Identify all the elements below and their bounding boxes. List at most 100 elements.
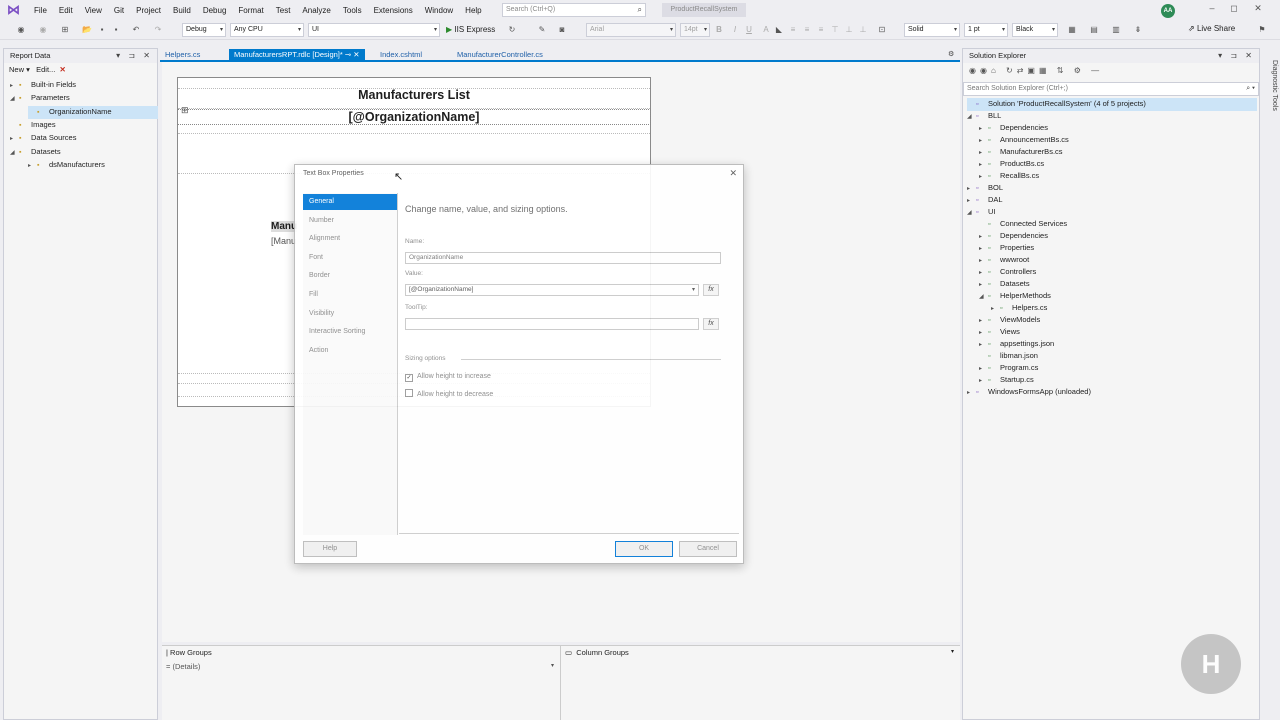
align-middle-icon[interactable]: ⊥	[844, 24, 854, 36]
border-style-select[interactable]: Solid ▾	[904, 23, 960, 37]
font-size-select[interactable]: 14pt ▾	[680, 23, 710, 37]
expand-icon[interactable]: ◢	[10, 93, 19, 105]
tab-settings-icon[interactable]: ⚙	[948, 50, 954, 58]
value-input[interactable]: [@OrganizationName] ▾	[405, 284, 699, 296]
report-data-item[interactable]: ▪ OrganizationName	[28, 105, 158, 119]
chart-icon[interactable]: ▥	[1110, 24, 1122, 36]
maximize-icon[interactable]: ◻	[1226, 3, 1242, 14]
expand-icon[interactable]: ▸	[10, 80, 19, 92]
search-box[interactable]: Search (Ctrl+Q) ⌕	[502, 3, 646, 17]
expand-icon[interactable]: ▸	[10, 133, 19, 145]
tooltip-expression-button[interactable]: fx	[703, 318, 719, 330]
menu-item[interactable]: Tools	[337, 6, 368, 15]
dialog-nav-item[interactable]: Interactive Sorting	[303, 324, 397, 340]
italic-icon[interactable]: I	[730, 24, 740, 36]
menu-item[interactable]: Window	[419, 6, 459, 15]
new-button[interactable]: New ▾	[9, 65, 30, 74]
new-project-icon[interactable]: ⊞	[58, 24, 72, 36]
dialog-nav-item[interactable]: Fill	[303, 287, 397, 303]
diagnostic-tools-tab[interactable]: Diagnostic Tools	[1264, 50, 1278, 120]
back-icon[interactable]: ◉	[14, 24, 28, 36]
report-title[interactable]: Manufacturers List	[178, 88, 650, 102]
report-data-item[interactable]: ▸ ▪ Data Sources	[10, 132, 158, 145]
menu-item[interactable]: Edit	[53, 6, 79, 15]
report-data-item[interactable]: ◢ ▪ Parameters	[10, 92, 158, 105]
tab-helpers[interactable]: Helpers.cs	[160, 49, 205, 61]
edit-button[interactable]: Edit...	[36, 65, 55, 74]
feedback-icon[interactable]: ⚑	[1256, 24, 1268, 36]
camera-icon[interactable]: ◙	[556, 24, 568, 36]
align-right-icon[interactable]: ≡	[816, 24, 826, 36]
report-data-item[interactable]: ▸ ▪ dsManufacturers	[28, 159, 158, 172]
dialog-close-icon[interactable]: ✕	[729, 168, 737, 179]
menu-item[interactable]: Build	[167, 6, 197, 15]
allow-shrink-checkbox[interactable]: Allow height to decrease	[405, 389, 493, 398]
save-icon[interactable]: ▪	[96, 24, 108, 36]
fill-color-icon[interactable]: ◣	[774, 24, 784, 36]
expand-icon[interactable]: ◢	[10, 147, 19, 159]
menu-item[interactable]: Git	[108, 6, 130, 15]
expand-icon[interactable]: ▸	[28, 160, 37, 172]
tab-manufacturer-controller[interactable]: ManufacturerController.cs	[452, 49, 548, 61]
table-icon[interactable]: ▤	[1088, 24, 1100, 36]
redo-icon[interactable]: ↷	[152, 24, 164, 36]
allow-grow-checkbox[interactable]: ✓ Allow height to increase	[405, 373, 491, 382]
browser-link-icon[interactable]: ✎	[536, 24, 548, 36]
menu-item[interactable]: View	[79, 6, 108, 15]
value-expression-button[interactable]: fx	[703, 284, 719, 296]
menu-item[interactable]: Debug	[197, 6, 233, 15]
dialog-nav-item[interactable]: Font	[303, 250, 397, 266]
close-icon[interactable]: ✕	[1250, 3, 1266, 14]
chevron-down-icon[interactable]: ▾	[551, 662, 554, 669]
dialog-nav-item[interactable]: General	[303, 194, 397, 210]
refresh-icon[interactable]: ↻	[506, 24, 518, 36]
pin-icon[interactable]: ⊸	[345, 50, 351, 59]
menu-item[interactable]: Format	[232, 6, 269, 15]
menu-item[interactable]: Analyze	[296, 6, 336, 15]
align-left-icon[interactable]: ≡	[788, 24, 798, 36]
chevron-down-icon[interactable]: ▾	[951, 648, 954, 655]
open-icon[interactable]: 📂	[80, 24, 94, 36]
menu-item[interactable]: Extensions	[368, 6, 419, 15]
tab-report-design[interactable]: ManufacturersRPT.rdlc [Design]* ⊸ ✕	[229, 49, 365, 61]
menu-item[interactable]: Test	[270, 6, 297, 15]
align-top-icon[interactable]: ⊤	[830, 24, 840, 36]
border-icon[interactable]: ⊡	[876, 24, 888, 36]
solution-search-input[interactable]: Search Solution Explorer (Ctrl+;) ⌕ ▾	[963, 82, 1259, 96]
text-color-icon[interactable]: A	[760, 24, 772, 36]
minimize-icon[interactable]: –	[1204, 3, 1220, 13]
delete-icon[interactable]: ✕	[59, 65, 65, 74]
report-data-item[interactable]: ▪ Images	[10, 119, 158, 132]
organization-name-textbox[interactable]: [@OrganizationName]	[177, 109, 651, 125]
expand-icon[interactable]: ◢	[967, 207, 976, 219]
font-select[interactable]: Arial ▾	[586, 23, 676, 37]
cancel-button[interactable]: Cancel	[679, 541, 737, 557]
bold-icon[interactable]: B	[714, 24, 724, 36]
align-bottom-icon[interactable]: ⊥	[858, 24, 868, 36]
border-width-select[interactable]: 1 pt ▾	[964, 23, 1008, 37]
align-center-icon[interactable]: ≡	[802, 24, 812, 36]
dialog-nav-item[interactable]: Visibility	[303, 306, 397, 322]
close-tab-icon[interactable]: ✕	[353, 50, 359, 59]
report-data-item[interactable]: ◢ ▪ Datasets	[10, 146, 158, 159]
expand-icon[interactable]: ◢	[967, 111, 976, 123]
panel-controls-icon[interactable]: ▾ ⊐ ✕	[1218, 49, 1255, 63]
ok-button[interactable]: OK	[615, 541, 673, 557]
config-select[interactable]: Debug ▾	[182, 23, 226, 37]
report-data-item[interactable]: ▸ ▪ Built-in Fields	[10, 79, 158, 92]
run-button[interactable]: ▶ IIS Express	[446, 24, 502, 36]
menu-item[interactable]: Project	[130, 6, 167, 15]
border-color-select[interactable]: Black ▾	[1012, 23, 1058, 37]
live-share-button[interactable]: ⇗ Live Share	[1188, 24, 1235, 33]
move-handle-icon[interactable]: ⊞	[181, 105, 189, 116]
help-button[interactable]: Help	[303, 541, 357, 557]
solution-tree-item[interactable]: ▸ ▫ WindowsFormsApp (unloaded)	[967, 386, 1257, 399]
platform-select[interactable]: Any CPU ▾	[230, 23, 304, 37]
save-all-icon[interactable]: ▪	[110, 24, 122, 36]
tab-index[interactable]: Index.cshtml	[375, 49, 427, 61]
expand-icon[interactable]: ▸	[967, 387, 976, 399]
forward-icon[interactable]: ◉	[36, 24, 50, 36]
overflow-icon[interactable]: ⇟	[1132, 24, 1144, 36]
tooltip-input[interactable]	[405, 318, 699, 330]
details-group[interactable]: = (Details) ▾	[166, 662, 556, 671]
